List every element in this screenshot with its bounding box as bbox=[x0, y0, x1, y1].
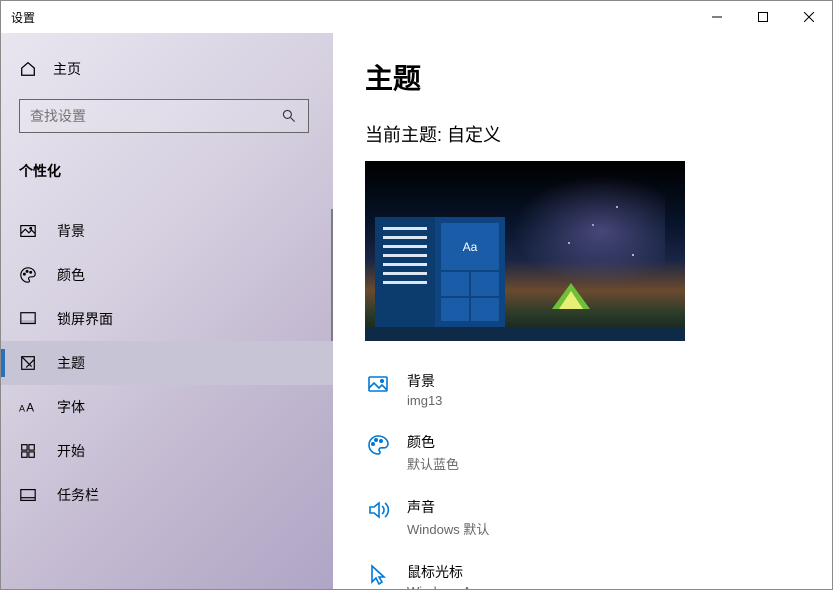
cursor-icon bbox=[365, 562, 391, 588]
setting-title: 声音 bbox=[407, 497, 489, 517]
setting-value: Windows 默认 bbox=[407, 519, 489, 538]
svg-text:A: A bbox=[19, 404, 25, 414]
nav-item-colors[interactable]: 颜色 bbox=[1, 253, 333, 297]
palette-icon bbox=[19, 266, 37, 284]
titlebar[interactable]: 设置 bbox=[1, 1, 832, 33]
maximize-button[interactable] bbox=[740, 1, 786, 33]
preview-tile: Aa bbox=[441, 223, 499, 270]
sidebar: 主页 个性化 bbox=[1, 33, 333, 589]
nav-item-themes[interactable]: 主题 bbox=[1, 341, 333, 385]
search-input[interactable] bbox=[30, 108, 280, 124]
setting-title: 背景 bbox=[407, 371, 442, 391]
setting-sounds[interactable]: 声音 Windows 默认 bbox=[365, 487, 800, 552]
preview-wallpaper bbox=[505, 171, 665, 291]
setting-title: 颜色 bbox=[407, 432, 459, 452]
setting-background[interactable]: 背景 img13 bbox=[365, 361, 800, 422]
preview-taskbar bbox=[365, 327, 685, 341]
picture-icon bbox=[19, 222, 37, 240]
nav-item-taskbar[interactable]: 任务栏 bbox=[1, 473, 333, 517]
nav-list: 背景 颜色 锁屏界面 bbox=[1, 209, 333, 517]
fonts-icon: AA bbox=[19, 398, 37, 416]
themes-icon bbox=[19, 354, 37, 372]
page-title: 主题 bbox=[365, 57, 800, 97]
preview-start-menu: Aa bbox=[375, 217, 505, 327]
nav-item-fonts[interactable]: AA 字体 bbox=[1, 385, 333, 429]
home-label: 主页 bbox=[53, 59, 81, 79]
nav-item-background[interactable]: 背景 bbox=[1, 209, 333, 253]
search-icon bbox=[280, 107, 298, 125]
home-button[interactable]: 主页 bbox=[1, 49, 333, 89]
home-icon bbox=[19, 60, 37, 78]
setting-cursor[interactable]: 鼠标光标 Windows Aero bbox=[365, 552, 800, 589]
setting-value: img13 bbox=[407, 393, 442, 408]
setting-title: 鼠标光标 bbox=[407, 562, 490, 582]
nav-item-lockscreen[interactable]: 锁屏界面 bbox=[1, 297, 333, 341]
speaker-icon bbox=[365, 497, 391, 523]
nav-label: 背景 bbox=[57, 221, 85, 241]
nav-label: 主题 bbox=[57, 353, 85, 373]
start-icon bbox=[19, 442, 37, 460]
main-content: 主题 当前主题: 自定义 Aa bbox=[333, 33, 832, 589]
svg-text:A: A bbox=[26, 402, 34, 415]
setting-value: 默认蓝色 bbox=[407, 454, 459, 473]
nav-label: 颜色 bbox=[57, 265, 85, 285]
nav-label: 锁屏界面 bbox=[57, 309, 113, 329]
theme-preview[interactable]: Aa bbox=[365, 161, 685, 341]
preview-tent bbox=[552, 283, 590, 309]
minimize-button[interactable] bbox=[694, 1, 740, 33]
setting-color[interactable]: 颜色 默认蓝色 bbox=[365, 422, 800, 487]
section-header: 个性化 bbox=[1, 151, 333, 209]
close-button[interactable] bbox=[786, 1, 832, 33]
nav-item-start[interactable]: 开始 bbox=[1, 429, 333, 473]
lockscreen-icon bbox=[19, 310, 37, 328]
setting-value: Windows Aero bbox=[407, 584, 490, 589]
picture-icon bbox=[365, 371, 391, 397]
taskbar-icon bbox=[19, 486, 37, 504]
search-box[interactable] bbox=[19, 99, 309, 133]
nav-label: 字体 bbox=[57, 397, 85, 417]
window-title: 设置 bbox=[1, 9, 694, 26]
current-theme-label: 当前主题: 自定义 bbox=[365, 121, 800, 147]
palette-icon bbox=[365, 432, 391, 458]
settings-window: 设置 主页 bbox=[0, 0, 833, 590]
nav-label: 任务栏 bbox=[57, 485, 99, 505]
nav-label: 开始 bbox=[57, 441, 85, 461]
